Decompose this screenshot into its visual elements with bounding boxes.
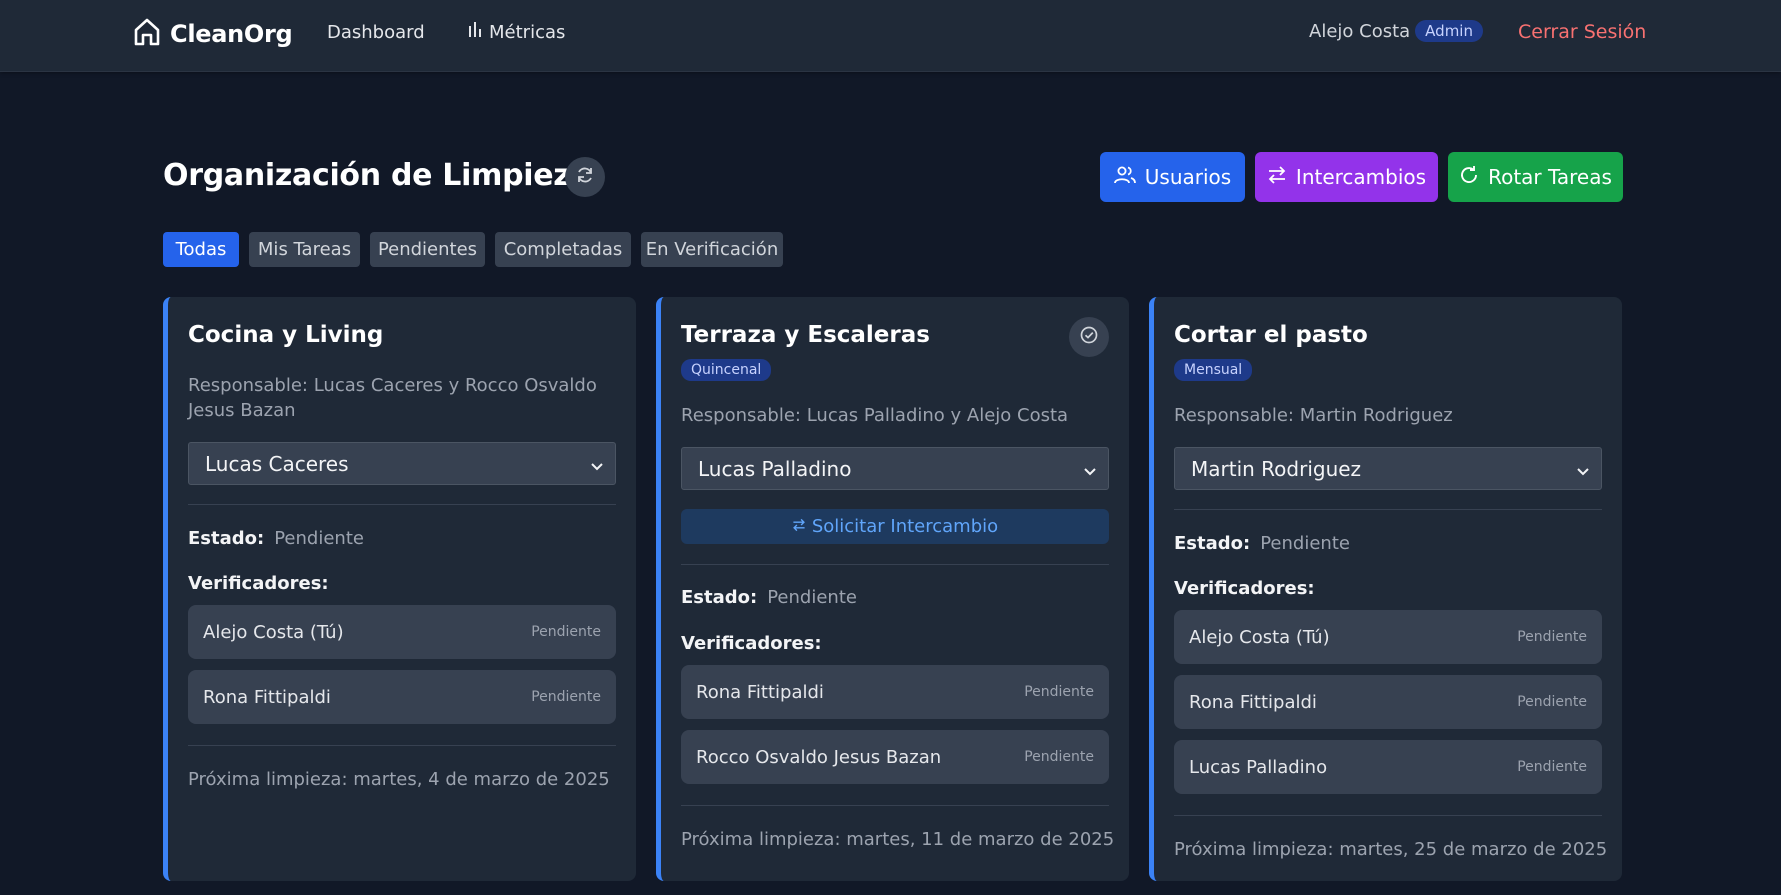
user-name: Alejo Costa — [1309, 20, 1411, 42]
task-title: Terraza y Escaleras — [681, 322, 930, 348]
filter-tab-mis-tareas[interactable]: Mis Tareas — [249, 232, 360, 267]
task-card: Terraza y Escaleras Quincenal Responsabl… — [656, 297, 1129, 881]
estado-row: Estado: Pendiente — [188, 528, 364, 549]
estado-label: Estado: — [1174, 533, 1251, 554]
verificador-name: Rona Fittipaldi — [696, 681, 824, 703]
divider — [681, 805, 1109, 806]
task-responsable: Responsable: Lucas Caceres y Rocco Osval… — [188, 375, 597, 421]
chevron-down-icon — [1082, 461, 1098, 485]
verificador-status: Pendiente — [531, 624, 601, 640]
exchanges-button[interactable]: Intercambios — [1255, 152, 1438, 202]
task-card: Cortar el pasto Mensual Responsable: Mar… — [1149, 297, 1622, 881]
verificador-status: Pendiente — [1024, 684, 1094, 700]
verificador-row: Rona Fittipaldi Pendiente — [1174, 675, 1602, 729]
verificador-row: Lucas Palladino Pendiente — [1174, 740, 1602, 794]
estado-value: Pendiente — [1260, 533, 1350, 554]
users-icon — [1113, 165, 1136, 190]
verificador-status: Pendiente — [1517, 629, 1587, 645]
verificador-status: Pendiente — [1517, 694, 1587, 710]
filter-tab-pendientes[interactable]: Pendientes — [370, 232, 485, 267]
request-exchange-label: Solicitar Intercambio — [811, 516, 999, 537]
verificadores-heading: Verificadores: — [188, 573, 329, 594]
nav-dashboard-label: Dashboard — [327, 22, 425, 43]
verificador-status: Pendiente — [531, 689, 601, 705]
divider — [188, 745, 616, 746]
frequency-badge: Quincenal — [681, 359, 772, 381]
divider — [188, 504, 616, 505]
swap-icon — [792, 516, 806, 537]
verificador-name: Rona Fittipaldi — [1189, 691, 1317, 713]
filter-tab-en-verificacion[interactable]: En Verificación — [641, 232, 783, 267]
page-title: Organización de Limpieza — [163, 158, 591, 193]
logout-button[interactable]: Cerrar Sesión — [1518, 21, 1646, 43]
verificador-name: Alejo Costa (Tú) — [1189, 626, 1330, 648]
home-icon — [133, 17, 161, 51]
task-title: Cocina y Living — [188, 322, 384, 348]
users-button[interactable]: Usuarios — [1100, 152, 1245, 202]
next-cleaning-date: Próxima limpieza: martes, 25 de marzo de… — [1174, 839, 1608, 860]
estado-value: Pendiente — [274, 528, 364, 549]
filter-tab-completadas[interactable]: Completadas — [495, 232, 631, 267]
responsable-select[interactable]: Martin Rodriguez — [1174, 447, 1602, 490]
user-info: Alejo Costa Admin — [1309, 20, 1483, 42]
filter-tab-todas[interactable]: Todas — [163, 232, 239, 267]
refresh-icon — [575, 165, 595, 189]
estado-label: Estado: — [188, 528, 265, 549]
responsable-select[interactable]: Lucas Caceres — [188, 442, 616, 485]
divider — [1174, 815, 1602, 816]
verificador-name: Rocco Osvaldo Jesus Bazan — [696, 746, 942, 768]
verificador-row: Rona Fittipaldi Pendiente — [681, 665, 1109, 719]
chevron-down-icon — [1575, 461, 1591, 485]
top-navbar: CleanOrg Dashboard Métricas Alejo Costa … — [0, 0, 1781, 72]
frequency-badge: Mensual — [1174, 359, 1253, 381]
rotate-icon — [1459, 165, 1479, 190]
request-exchange-button[interactable]: Solicitar Intercambio — [681, 509, 1109, 544]
next-cleaning-date: Próxima limpieza: martes, 4 de marzo de … — [188, 769, 610, 790]
brand[interactable]: CleanOrg — [133, 17, 293, 51]
responsable-select-value: Martin Rodriguez — [1191, 456, 1362, 481]
verificador-row: Rocco Osvaldo Jesus Bazan Pendiente — [681, 730, 1109, 784]
verificadores-heading: Verificadores: — [681, 633, 822, 654]
swap-icon — [1267, 165, 1287, 189]
exchanges-button-label: Intercambios — [1295, 165, 1427, 189]
bar-chart-icon — [468, 22, 482, 43]
responsable-select-value: Lucas Palladino — [698, 456, 852, 481]
verify-button[interactable] — [1069, 317, 1109, 357]
chevron-down-icon — [589, 456, 605, 480]
verificador-name: Alejo Costa (Tú) — [203, 621, 344, 643]
estado-label: Estado: — [681, 587, 758, 608]
estado-row: Estado: Pendiente — [1174, 533, 1350, 554]
refresh-button[interactable] — [565, 157, 605, 197]
responsable-select-value: Lucas Caceres — [205, 451, 349, 476]
divider — [681, 564, 1109, 565]
verificador-status: Pendiente — [1517, 759, 1587, 775]
verificador-row: Alejo Costa (Tú) Pendiente — [1174, 610, 1602, 664]
role-badge: Admin — [1415, 20, 1483, 42]
verificador-name: Rona Fittipaldi — [203, 686, 331, 708]
rotate-tasks-button[interactable]: Rotar Tareas — [1448, 152, 1623, 202]
verificador-row: Rona Fittipaldi Pendiente — [188, 670, 616, 724]
brand-name: CleanOrg — [170, 20, 293, 48]
task-title: Cortar el pasto — [1174, 322, 1368, 348]
task-card: Cocina y Living Responsable: Lucas Cacer… — [163, 297, 636, 881]
verificador-row: Alejo Costa (Tú) Pendiente — [188, 605, 616, 659]
divider — [1174, 509, 1602, 510]
users-button-label: Usuarios — [1144, 165, 1232, 189]
verificador-name: Lucas Palladino — [1189, 756, 1328, 778]
nav-dashboard[interactable]: Dashboard — [327, 22, 425, 43]
responsable-select[interactable]: Lucas Palladino — [681, 447, 1109, 490]
estado-value: Pendiente — [767, 587, 857, 608]
verificadores-heading: Verificadores: — [1174, 578, 1315, 599]
verificador-status: Pendiente — [1024, 749, 1094, 765]
check-circle-icon — [1079, 325, 1099, 349]
next-cleaning-date: Próxima limpieza: martes, 11 de marzo de… — [681, 829, 1115, 850]
estado-row: Estado: Pendiente — [681, 587, 857, 608]
nav-metricas[interactable]: Métricas — [468, 22, 565, 43]
task-responsable: Responsable: Lucas Palladino y Alejo Cos… — [681, 405, 1069, 426]
task-responsable: Responsable: Martin Rodriguez — [1174, 405, 1453, 426]
nav-metricas-label: Métricas — [489, 22, 566, 43]
rotate-tasks-button-label: Rotar Tareas — [1488, 165, 1612, 189]
